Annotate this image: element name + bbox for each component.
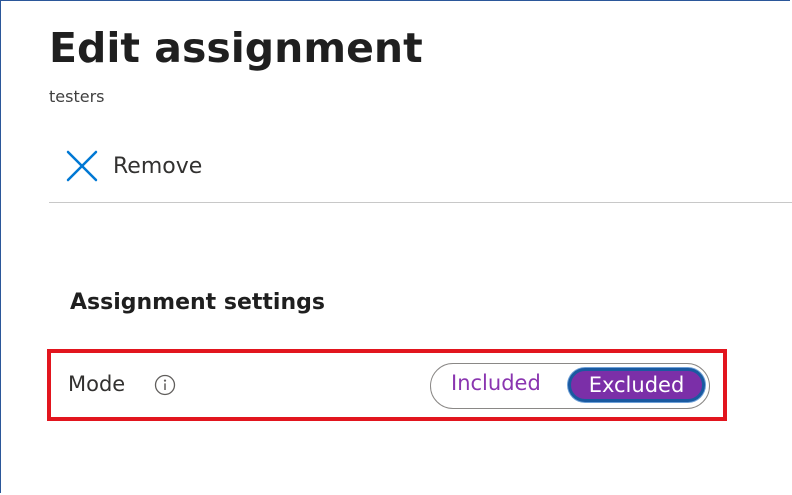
section-title: Assignment settings [70, 290, 325, 315]
page-title: Edit assignment [49, 24, 423, 72]
mode-option-included[interactable]: Included [451, 371, 541, 395]
mode-option-excluded[interactable]: Excluded [568, 368, 705, 402]
info-icon[interactable] [154, 374, 176, 396]
toolbar-divider [49, 202, 792, 203]
page-subtitle: testers [49, 87, 105, 106]
remove-label: Remove [113, 153, 203, 179]
close-x-icon [66, 150, 98, 182]
mode-toggle[interactable]: Included Excluded [430, 363, 710, 409]
remove-button[interactable]: Remove [65, 146, 202, 186]
mode-label: Mode [68, 372, 126, 396]
